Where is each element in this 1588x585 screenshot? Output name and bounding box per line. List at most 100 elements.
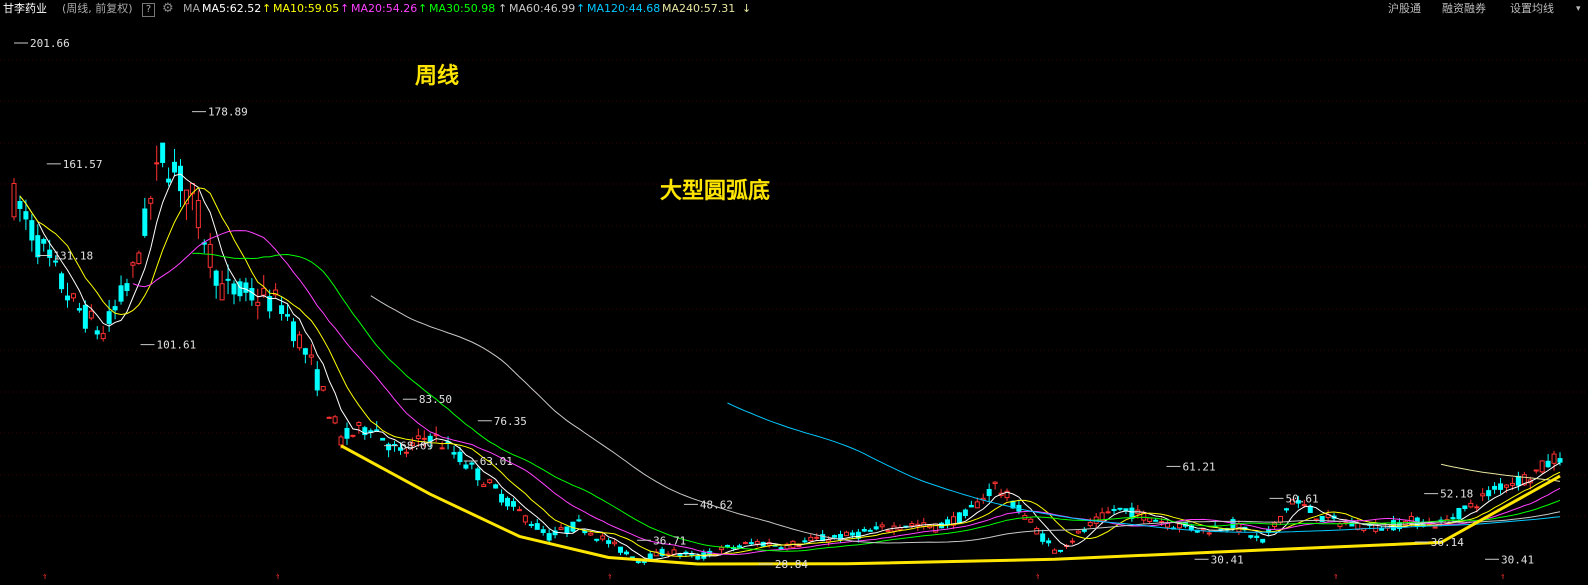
candle-down [849,532,855,536]
candle-up [516,509,522,512]
candle-down [618,546,624,553]
price-label: 52.18 [1440,488,1473,501]
candle-down [1283,508,1289,511]
candle-down [748,542,754,545]
candle-up [522,515,528,523]
candle-down [778,547,784,550]
price-label: 36.14 [1431,536,1464,549]
candle-up [70,293,76,299]
candle-down [1450,517,1456,520]
chart-mode: (周线, 前复权) [62,2,133,15]
candle-down [160,142,166,163]
candle-down [1307,506,1313,513]
event-marker-icon: ⇑ [607,572,612,581]
candle-down [564,526,570,534]
candle-down [23,211,29,220]
price-label: 68.09 [400,440,433,453]
candle-down [1058,549,1064,552]
candle-up [1551,453,1557,464]
link-margin[interactable]: 融资融券 [1442,0,1486,18]
candle-up [1509,482,1515,486]
candle-down [962,509,968,517]
event-marker-icon: ⇑ [1333,572,1338,581]
candle-down [540,529,546,533]
price-label: 83.50 [419,393,452,406]
candle-down [695,555,701,560]
candle-up [255,301,261,307]
candle-down [41,239,47,244]
candle-up [154,162,160,165]
candle-down [112,306,118,311]
price-label: 101.61 [156,339,196,352]
candle-down [510,501,516,507]
candle-up [1176,523,1182,529]
event-marker-icon: ⇑ [42,572,47,581]
candle-up [796,545,802,548]
ma10-value: MA10:59.05 [273,2,340,15]
candle-up [1147,517,1153,522]
link-hgt[interactable]: 沪股通 [1388,0,1421,18]
price-label: 63.01 [480,455,513,468]
candle-down [576,519,582,522]
candle-up [600,535,606,540]
candle-down [635,561,641,564]
candle-down [177,165,183,192]
candle-up [814,536,820,539]
candle-down [457,451,463,463]
candle-down [82,304,88,329]
candle-up [1075,530,1081,534]
kline-chart[interactable]: 201.66 178.89 161.57 131.18 101.61 83.50 76.35… [0,18,1588,582]
candle-down [142,208,148,236]
candle-up [992,481,998,485]
stock-name[interactable]: 甘李药业 [3,0,47,18]
ma240-value: MA240:57.31 [662,2,736,15]
candle-down [166,178,172,183]
candle-up [612,541,618,545]
candle-down [1492,485,1498,490]
candle-down [867,529,873,532]
candle-down [1557,458,1563,463]
candle-up [1087,521,1093,527]
candle-up [356,422,362,426]
candle-up [219,283,225,301]
candle-down [249,288,255,301]
period-annotation: 周线 [415,64,460,89]
ma20-arrow-icon: ↑ [340,2,350,15]
ma60-arrow-icon: ↑ [498,2,508,15]
candle-down [623,551,629,555]
candle-down [505,497,511,507]
candle-down [344,427,350,439]
candle-up [296,334,302,349]
candle-down [35,235,41,258]
candle-down [873,526,879,530]
candle-down [59,273,65,290]
gear-icon[interactable]: ⚙ [162,0,174,18]
candle-up [350,434,356,437]
price-label: 48.62 [700,498,733,511]
kline-svg[interactable]: 201.66 178.89 161.57 131.18 101.61 83.50 76.35… [0,18,1588,582]
price-label: 50.61 [1286,492,1319,505]
candle-up [1432,526,1438,529]
candle-up [415,435,421,440]
ma60-line [370,295,1561,544]
candle-up [320,386,326,391]
candle-down [213,270,219,286]
ma-label[interactable]: MA [183,0,200,18]
dropdown-icon[interactable]: ▾ [1576,0,1581,18]
candle-up [481,484,487,488]
candle-up [1206,532,1212,535]
candle-down [1111,508,1117,511]
candle-up [130,262,136,266]
link-ma-settings[interactable]: 设置均线 [1510,0,1554,18]
candle-down [1081,529,1087,532]
ma10-arrow-icon: ↑ [262,2,272,15]
candle-down [1545,460,1551,468]
candle-up [754,541,760,545]
candle-down [237,281,243,297]
candle-down [606,540,612,544]
help-icon[interactable]: ? [142,3,155,17]
rounding-bottom-line [340,444,1561,566]
candle-up [487,479,493,484]
candle-down [1498,483,1504,490]
candle-up [332,416,338,424]
